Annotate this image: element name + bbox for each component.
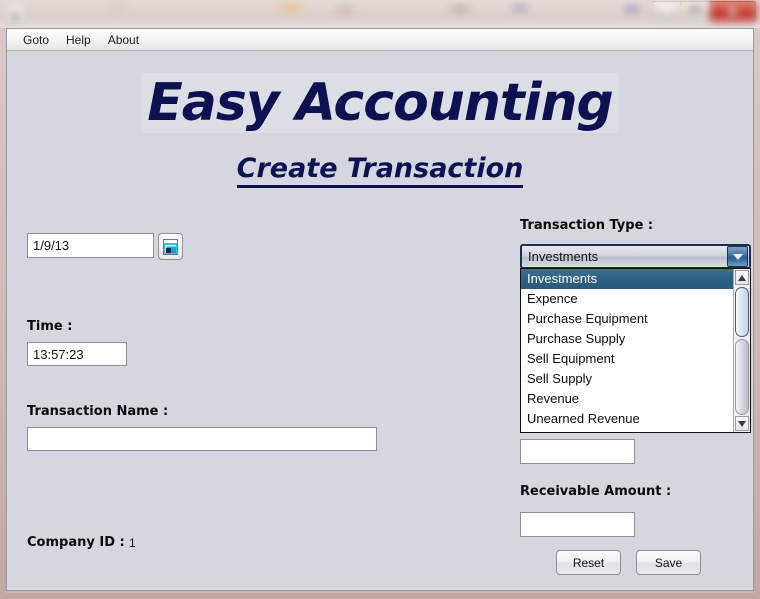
close-button[interactable]: ✕ bbox=[710, 1, 756, 22]
dropdown-option-sell-supply[interactable]: Sell Supply bbox=[521, 369, 733, 389]
dropdown-option-expence[interactable]: Expence bbox=[521, 289, 733, 309]
menu-item-help[interactable]: Help bbox=[58, 31, 99, 49]
company-id-label: Company ID : bbox=[27, 535, 125, 550]
menu-item-about[interactable]: About bbox=[100, 31, 147, 49]
date-picker-button[interactable] bbox=[158, 233, 183, 260]
chevron-down-glyph bbox=[732, 253, 743, 260]
minimize-icon bbox=[660, 11, 673, 17]
window-controls: ✕ bbox=[652, 1, 756, 22]
time-input[interactable]: 13:57:23 bbox=[27, 342, 127, 366]
transaction-type-selected-value: Investments bbox=[528, 249, 599, 264]
scrollbar-track[interactable] bbox=[735, 339, 749, 415]
page-title-text: Create Transaction bbox=[236, 153, 524, 188]
company-id-value: 1 bbox=[129, 536, 136, 550]
window-title-bar[interactable]: ✕ bbox=[0, 0, 760, 29]
scroll-down-arrow-icon[interactable] bbox=[735, 416, 749, 431]
triangle-down-glyph bbox=[738, 420, 746, 427]
date-input[interactable]: 1/9/13 bbox=[27, 233, 154, 258]
app-title-text: Easy Accounting bbox=[141, 73, 619, 133]
dropdown-option-purchase-equipment[interactable]: Purchase Equipment bbox=[521, 309, 733, 329]
save-button[interactable]: Save bbox=[636, 550, 701, 575]
java-coffee-cup-icon bbox=[6, 5, 25, 24]
page-title: Create Transaction bbox=[7, 153, 753, 188]
maximize-icon bbox=[689, 7, 701, 16]
dropdown-option-sell-equipment[interactable]: Sell Equipment bbox=[521, 349, 733, 369]
transaction-type-label: Transaction Type : bbox=[520, 218, 654, 233]
receivable-amount-label: Receivable Amount : bbox=[520, 484, 672, 499]
dropdown-scrollbar[interactable] bbox=[733, 269, 750, 432]
close-icon: ✕ bbox=[726, 3, 739, 20]
transaction-type-option-list: Investments Expence Purchase Equipment P… bbox=[521, 269, 733, 432]
dropdown-option-revenue[interactable]: Revenue bbox=[521, 389, 733, 409]
transaction-name-input[interactable] bbox=[27, 427, 377, 451]
menu-item-goto[interactable]: Goto bbox=[15, 31, 57, 49]
transaction-name-label: Transaction Name : bbox=[27, 404, 169, 419]
dropdown-option-investments[interactable]: Investments bbox=[521, 269, 733, 289]
menu-bar: Goto Help About bbox=[7, 29, 753, 51]
triangle-up-glyph bbox=[738, 274, 746, 281]
reset-button[interactable]: Reset bbox=[556, 550, 621, 575]
dropdown-option-unearned-revenue[interactable]: Unearned Revenue bbox=[521, 409, 733, 429]
time-label: Time : bbox=[27, 319, 73, 334]
transaction-type-dropdown-popup[interactable]: Investments Expence Purchase Equipment P… bbox=[520, 268, 751, 433]
scroll-up-arrow-icon[interactable] bbox=[735, 270, 749, 285]
scrollbar-thumb[interactable] bbox=[735, 287, 749, 337]
maximize-button[interactable] bbox=[681, 1, 710, 22]
minimize-button[interactable] bbox=[652, 1, 681, 22]
transaction-type-combobox[interactable]: Investments bbox=[520, 244, 751, 269]
amount-input[interactable] bbox=[520, 439, 635, 464]
client-area: Goto Help About Easy Accounting Create T… bbox=[6, 28, 754, 591]
chevron-down-icon[interactable] bbox=[727, 246, 748, 267]
receivable-amount-input[interactable] bbox=[520, 512, 635, 537]
app-title: Easy Accounting bbox=[7, 73, 753, 133]
calendar-icon bbox=[163, 238, 178, 255]
application-window: ✕ Goto Help About Easy Accounting Create… bbox=[0, 0, 760, 599]
dropdown-option-purchase-supply[interactable]: Purchase Supply bbox=[521, 329, 733, 349]
